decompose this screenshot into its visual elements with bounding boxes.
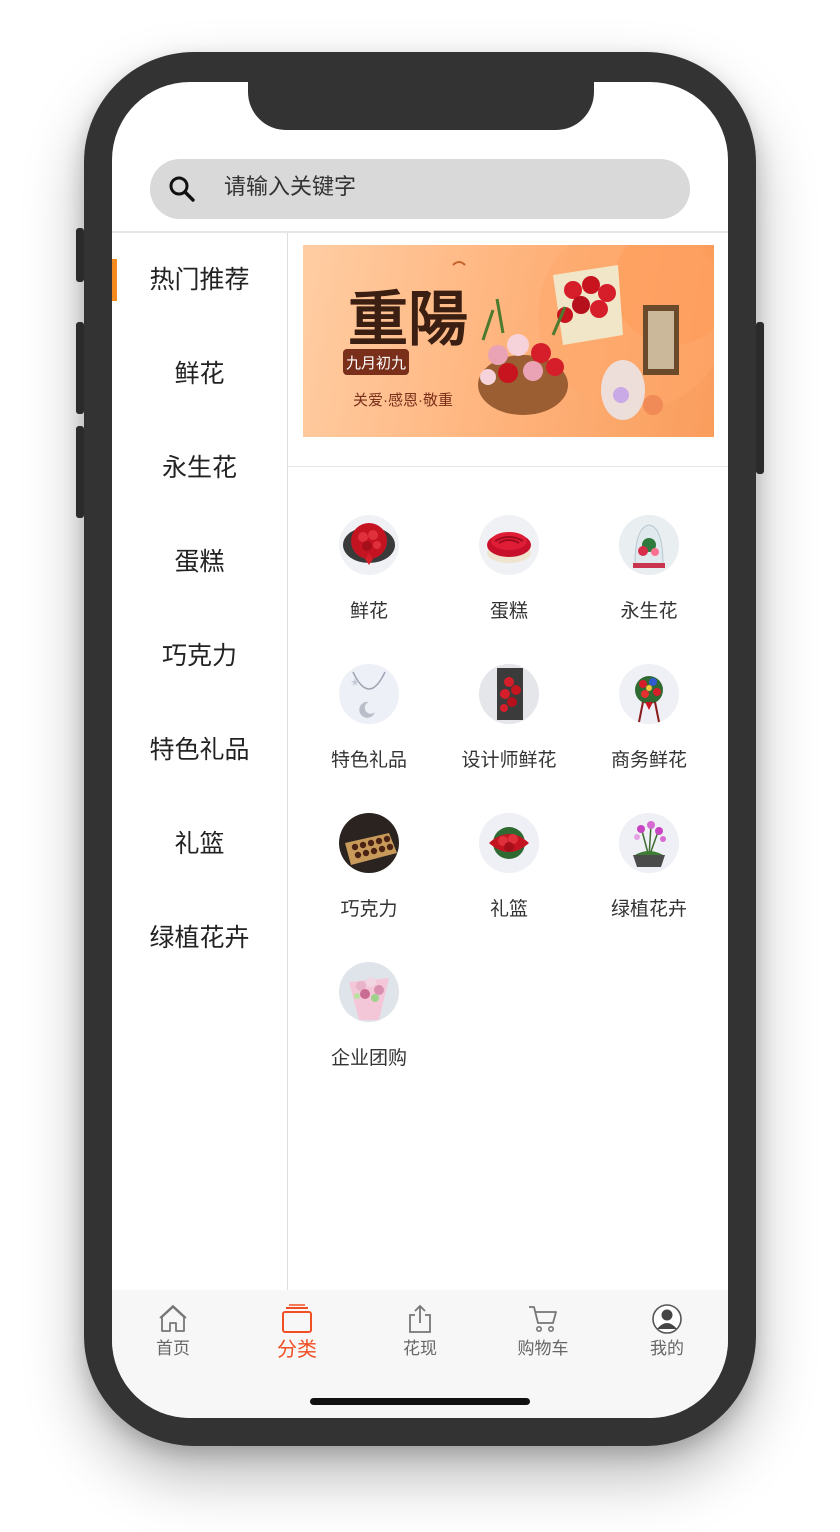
sidebar-item-hot[interactable]: 热门推荐 — [112, 250, 287, 310]
orchid-pot-icon — [619, 813, 679, 873]
home-indicator — [310, 1398, 530, 1405]
banner-tag: 九月初九 — [346, 355, 406, 372]
category-label: 永生花 — [620, 600, 678, 622]
category-gift-basket[interactable]: 礼篮 — [439, 813, 579, 923]
sidebar-item-gift-basket[interactable]: 礼篮 — [112, 814, 287, 874]
flower-basket-stand-icon — [619, 664, 679, 724]
tab-label: 花现 — [403, 1339, 437, 1359]
share-icon — [409, 1304, 431, 1333]
mute-switch — [76, 228, 84, 282]
banner-slogan: 关爱·感恩·敬重 — [353, 392, 453, 409]
category-icon — [282, 1304, 312, 1333]
category-label: 商务鲜花 — [610, 749, 687, 771]
necklace-icon — [339, 664, 399, 724]
cart-icon — [529, 1306, 557, 1332]
screen: 请输入关键字 热门推荐 鲜花 永生花 蛋糕 巧克力 特色礼品 礼篮 绿植花卉 重… — [112, 82, 728, 1418]
rose-bouquet-icon — [339, 515, 399, 575]
tab-profile[interactable]: 我的 — [617, 1304, 717, 1360]
search-placeholder: 请输入关键字 — [224, 175, 357, 200]
tab-category[interactable]: 分类 — [247, 1304, 347, 1360]
sidebar-item-chocolate[interactable]: 巧克力 — [112, 626, 287, 686]
volume-down-button — [76, 426, 84, 518]
sidebar-item-plants[interactable]: 绿植花卉 — [112, 908, 287, 968]
category-plants[interactable]: 绿植花卉 — [579, 813, 719, 923]
tab-label: 分类 — [277, 1337, 317, 1361]
pink-bouquet-icon — [339, 962, 399, 1022]
category-cake[interactable]: 蛋糕 — [439, 515, 579, 625]
category-label: 礼篮 — [489, 898, 528, 920]
banner-title: 重陽 — [348, 285, 468, 355]
category-designer-flowers[interactable]: 设计师鲜花 — [439, 664, 579, 774]
sidebar-divider — [287, 233, 288, 1290]
search-icon — [169, 176, 195, 202]
home-icon — [159, 1304, 187, 1332]
flower-box-icon — [479, 664, 539, 724]
cake-icon — [479, 515, 539, 575]
category-flowers[interactable]: 鲜花 — [299, 515, 439, 625]
volume-up-button — [76, 322, 84, 414]
category-chocolate[interactable]: 巧克力 — [299, 813, 439, 923]
search-bar[interactable]: 请输入关键字 — [150, 159, 690, 219]
tab-label: 我的 — [650, 1339, 684, 1359]
power-button — [756, 322, 764, 474]
divider — [288, 466, 728, 467]
category-label: 蛋糕 — [489, 600, 528, 622]
notch — [248, 82, 594, 130]
category-sidebar: 热门推荐 鲜花 永生花 蛋糕 巧克力 特色礼品 礼篮 绿植花卉 — [112, 233, 287, 1290]
user-icon — [652, 1304, 682, 1334]
banner-artwork: 重陽 九月初九 关爱·感恩·敬重 — [343, 245, 714, 420]
category-label: 绿植花卉 — [610, 898, 687, 920]
category-preserved-flowers[interactable]: 永生花 — [579, 515, 719, 625]
category-group-buy[interactable]: 企业团购 — [299, 962, 439, 1072]
category-business-flowers[interactable]: 商务鲜花 — [579, 664, 719, 774]
sidebar-item-preserved-flowers[interactable]: 永生花 — [112, 438, 287, 498]
chocolate-box-icon — [339, 813, 399, 873]
preserved-flower-icon — [619, 515, 679, 575]
tab-label: 首页 — [156, 1339, 190, 1359]
sidebar-item-special-gifts[interactable]: 特色礼品 — [112, 720, 287, 780]
promo-banner[interactable]: 重陽 九月初九 关爱·感恩·敬重 — [303, 245, 714, 437]
tab-cart[interactable]: 购物车 — [493, 1304, 593, 1360]
tab-home[interactable]: 首页 — [123, 1304, 223, 1360]
sidebar-item-flowers[interactable]: 鲜花 — [112, 344, 287, 404]
category-special-gifts[interactable]: 特色礼品 — [299, 664, 439, 774]
category-label: 鲜花 — [349, 600, 388, 622]
category-label: 巧克力 — [340, 898, 398, 920]
category-label: 设计师鲜花 — [461, 749, 557, 771]
tab-label: 购物车 — [517, 1339, 569, 1359]
tab-discover[interactable]: 花现 — [370, 1304, 470, 1360]
category-label: 企业团购 — [330, 1047, 407, 1069]
sidebar-item-cake[interactable]: 蛋糕 — [112, 532, 287, 592]
gift-basket-icon — [479, 813, 539, 873]
category-label: 特色礼品 — [330, 749, 407, 771]
